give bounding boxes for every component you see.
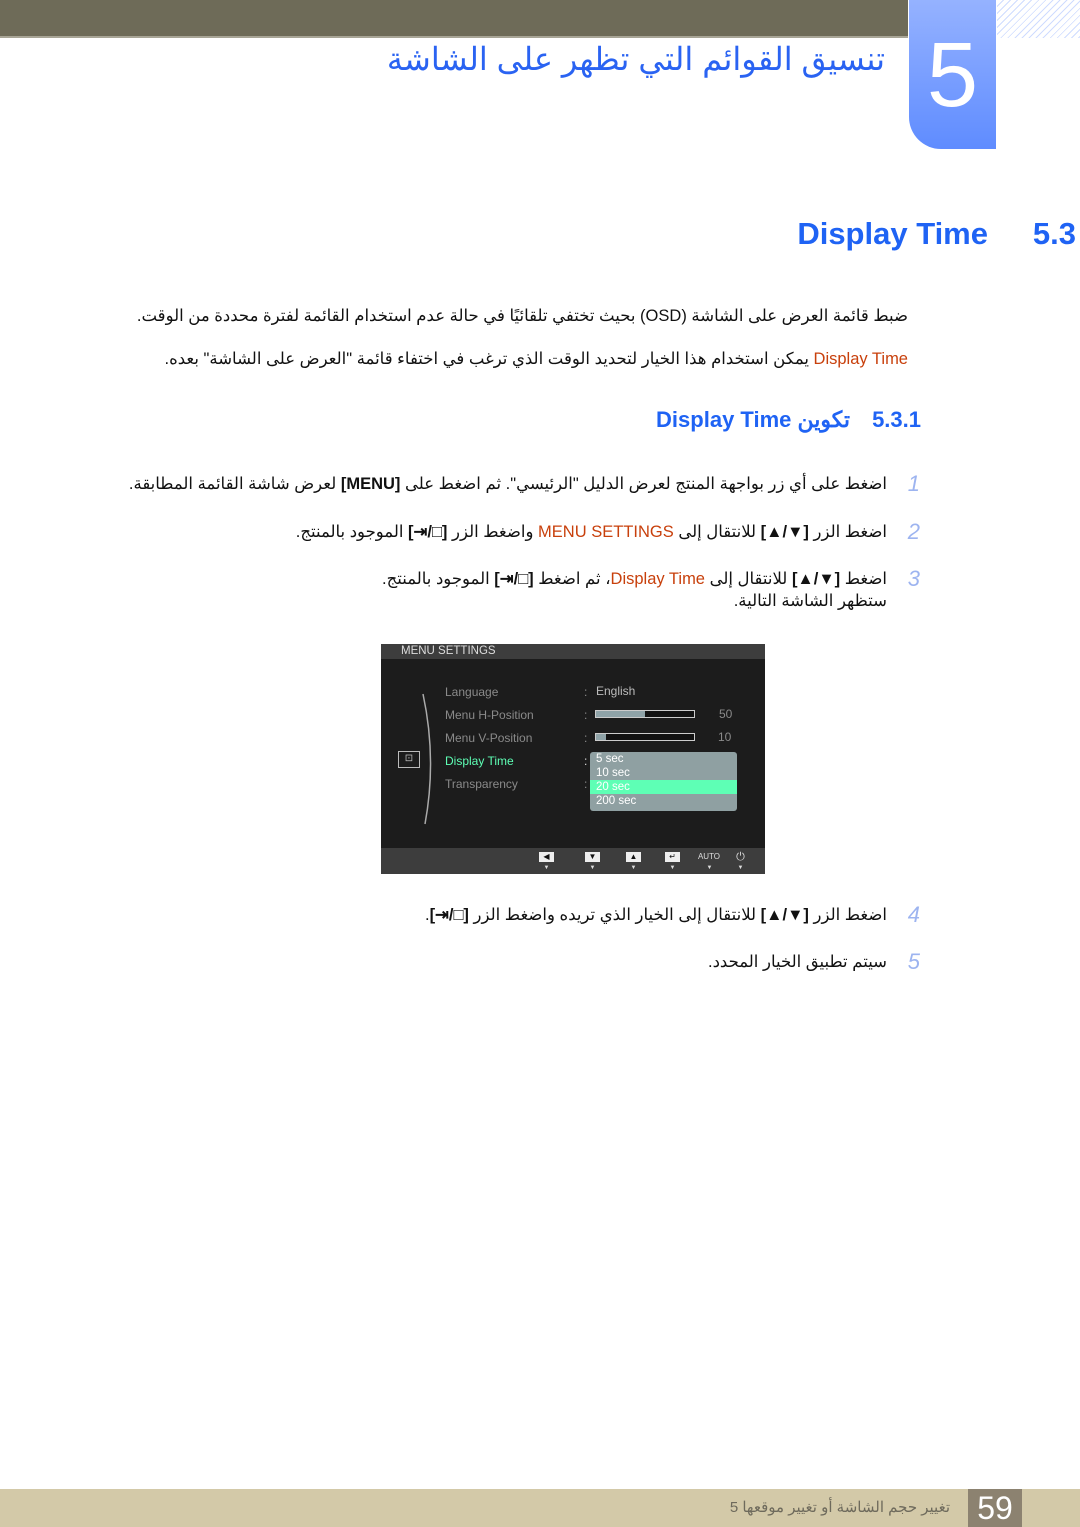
up-down-key-icon: [▲/▼] [760, 523, 809, 541]
enter-key-icon: [⇥/□] [429, 906, 469, 924]
step-number: 1 [907, 471, 920, 496]
h-position-slider [595, 710, 695, 718]
top-bar [0, 0, 908, 38]
enter-key-icon: [⇥/□] [408, 523, 448, 541]
text: يمكن استخدام هذا الخيار لتحديد الوقت الذ… [164, 350, 814, 368]
arrow-icon: ▼ [589, 865, 596, 871]
osd-item-transparency: Transparency [445, 777, 518, 791]
text: واضغط الزر [447, 523, 539, 541]
text: اضغط الزر [808, 906, 888, 924]
subsection-number: 5.3.1 [872, 407, 921, 432]
h-position-value: 50 [719, 707, 733, 721]
highlight: Display Time [610, 570, 705, 588]
left-button-icon: ◀ [539, 852, 554, 862]
text: ، ثم اضغط [533, 570, 611, 588]
chapter-title: تنسيق القوائم التي تظهر على الشاشة [386, 41, 885, 77]
step-4: اضغط الزر [▲/▼] للانتقال إلى الخيار الذي… [425, 904, 887, 926]
highlight: Display Time [813, 350, 908, 368]
step-number: 3 [907, 566, 920, 591]
osd-item-h-position: Menu H-Position [445, 708, 534, 722]
text: اضغط [840, 570, 887, 588]
footer-chapter-title: تغيير حجم الشاشة أو تغيير موقعها 5 [729, 1499, 950, 1516]
option-200-sec: 200 sec [596, 795, 637, 807]
text: اضغط على أي زر بواجهة المنتج لعرض الدليل… [400, 475, 887, 493]
up-button-icon: ▲ [626, 852, 641, 862]
step-3: اضغط [▲/▼] للانتقال إلى Display Time، ثم… [382, 568, 887, 612]
section-title: Display Time [797, 216, 988, 251]
power-button-icon: ⏻ [736, 851, 745, 863]
auto-button: AUTO [697, 852, 721, 861]
intro-paragraph-1: ضبط قائمة العرض على الشاشة (OSD) بحيث تخ… [136, 307, 908, 325]
text: للانتقال إلى [705, 570, 792, 588]
text: الموجود بالمنتج. [382, 570, 495, 588]
intro-paragraph-2: Display Time يمكن استخدام هذا الخيار لتح… [164, 349, 908, 369]
subsection-title: تكوين Display Time [656, 407, 850, 432]
step-5: سيتم تطبيق الخيار المحدد. [708, 953, 887, 971]
option-10-sec: 10 sec [596, 767, 630, 779]
text: ستظهر الشاشة التالية. [733, 592, 887, 610]
text: الموجود بالمنتج. [295, 523, 409, 541]
decorative-hatch [997, 0, 1080, 38]
option-20-sec: 20 sec [590, 780, 737, 794]
arrow-icon: ▼ [630, 865, 637, 871]
step-2: اضغط الزر [▲/▼] للانتقال إلى MENU SETTIN… [296, 521, 887, 543]
arrow-icon: ▼ [669, 865, 676, 871]
up-down-key-icon: [▲/▼] [760, 906, 809, 924]
osd-position-icon: ⊡ [398, 751, 420, 768]
text: اضغط الزر [808, 523, 888, 541]
step-number: 5 [907, 949, 920, 974]
step-1: اضغط على أي زر بواجهة المنتج لعرض الدليل… [129, 473, 887, 495]
option-5-sec: 5 sec [596, 753, 624, 765]
osd-item-language: Language [445, 685, 499, 699]
highlight: MENU SETTINGS [538, 523, 674, 541]
osd-title: MENU SETTINGS [381, 644, 765, 659]
arrow-icon: ▼ [706, 865, 713, 871]
menu-key: [MENU] [340, 475, 401, 493]
up-down-key-icon: [▲/▼] [791, 570, 841, 588]
v-position-slider [595, 733, 695, 741]
enter-button-icon: ↵ [665, 852, 680, 862]
step-number: 2 [907, 519, 920, 544]
display-time-dropdown: 5 sec 10 sec 20 sec 200 sec [590, 752, 737, 811]
arrow-icon: ▼ [543, 865, 550, 871]
page-number: 59 [968, 1489, 1022, 1527]
text: لعرض شاشة القائمة المطابقة. [128, 475, 341, 493]
osd-arc [422, 693, 432, 825]
text: للانتقال إلى الخيار الذي تريده واضغط الز… [468, 906, 761, 924]
text: للانتقال إلى [673, 523, 761, 541]
step-number: 4 [907, 902, 920, 927]
arrow-icon: ▼ [737, 865, 744, 871]
osd-item-display-time: Display Time [445, 754, 514, 768]
osd-screenshot: MENU SETTINGS ⊡ Language : English Menu … [381, 644, 765, 874]
chapter-number: 5 [909, 0, 996, 149]
section-number: 5.3 [1032, 216, 1076, 251]
enter-key-icon: [⇥/□] [494, 570, 534, 588]
section-heading: Display Time 5.3 [797, 216, 1076, 252]
down-button-icon: ▼ [585, 852, 600, 862]
osd-language-value: English [596, 684, 636, 698]
osd-item-v-position: Menu V-Position [445, 731, 533, 745]
v-position-value: 10 [718, 730, 732, 744]
